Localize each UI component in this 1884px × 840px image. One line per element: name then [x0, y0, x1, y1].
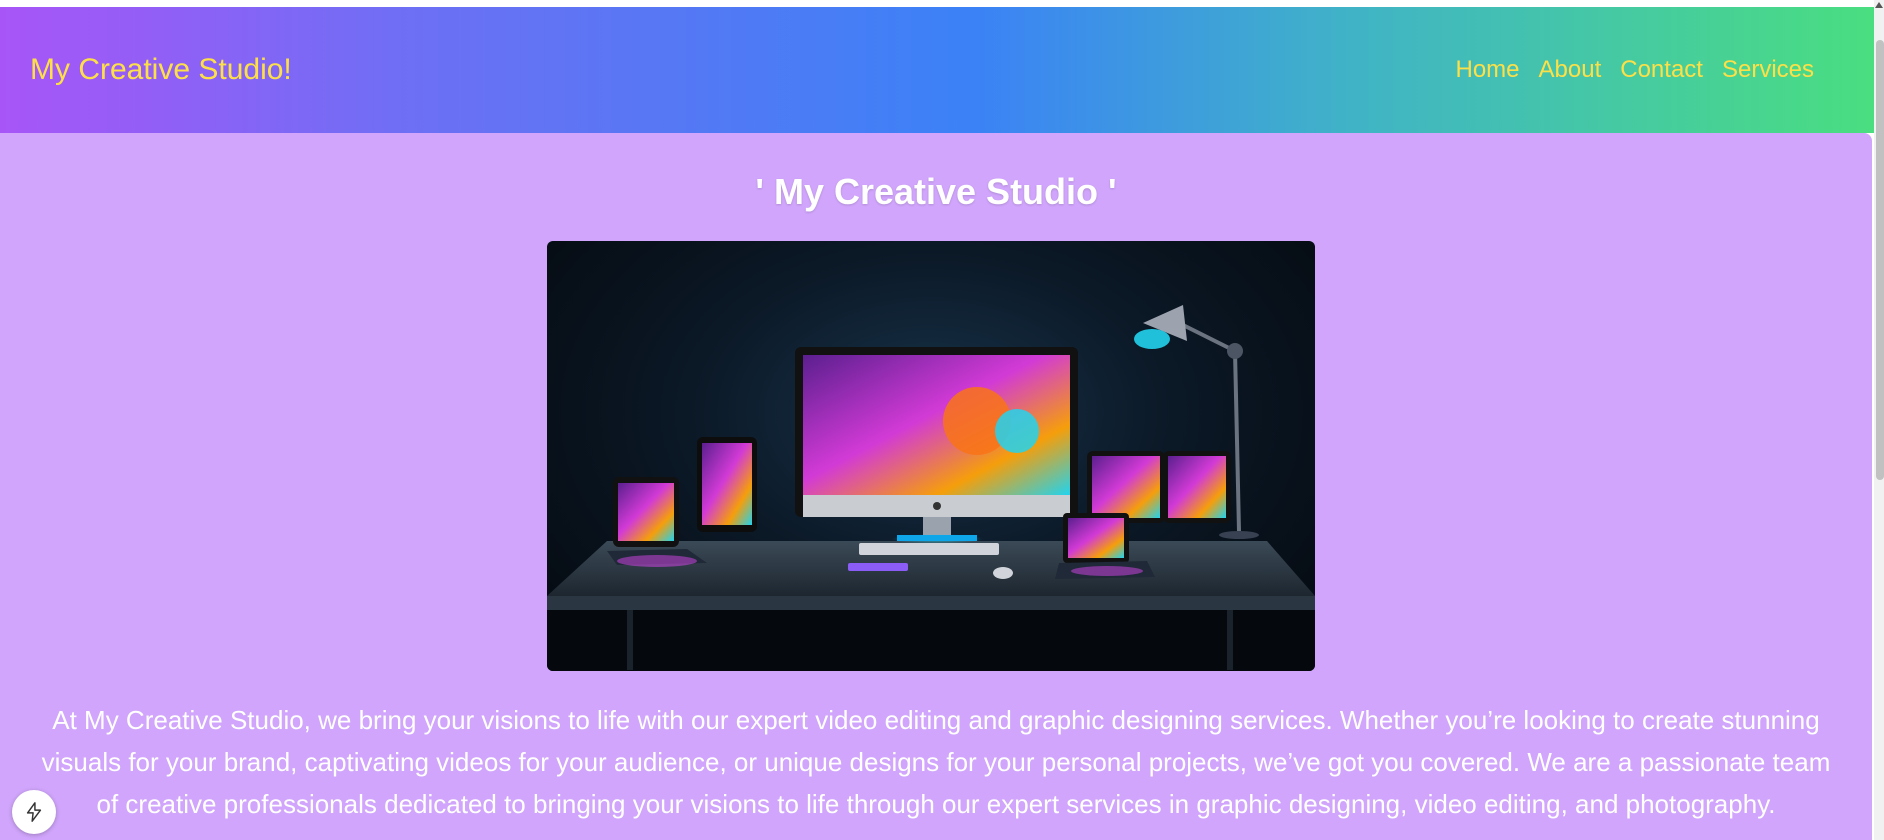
lightning-badge-button[interactable]: [12, 790, 56, 834]
hero-image: [547, 241, 1315, 671]
page: My Creative Studio! Home About Contact S…: [0, 0, 1874, 840]
main-content: ' My Creative Studio ' At My Creative St…: [0, 133, 1872, 840]
workspace-illustration: [547, 305, 1315, 671]
brand-logo-text[interactable]: My Creative Studio!: [30, 53, 292, 87]
lightning-bolt-icon: [26, 802, 42, 822]
hero-title: ' My Creative Studio ': [755, 171, 1117, 212]
navbar: My Creative Studio! Home About Contact S…: [0, 7, 1874, 133]
nav-link-about[interactable]: About: [1539, 56, 1602, 84]
nav-link-contact[interactable]: Contact: [1620, 56, 1703, 84]
scroll-up-arrow-icon[interactable]: [1875, 2, 1883, 8]
intro-paragraph: At My Creative Studio, we bring your vis…: [41, 705, 1831, 819]
nav-link-services[interactable]: Services: [1722, 56, 1814, 84]
top-strip: [0, 0, 1874, 7]
nav-link-home[interactable]: Home: [1456, 56, 1520, 84]
nav-links: Home About Contact Services: [1456, 56, 1815, 84]
scrollbar-thumb[interactable]: [1876, 40, 1884, 480]
